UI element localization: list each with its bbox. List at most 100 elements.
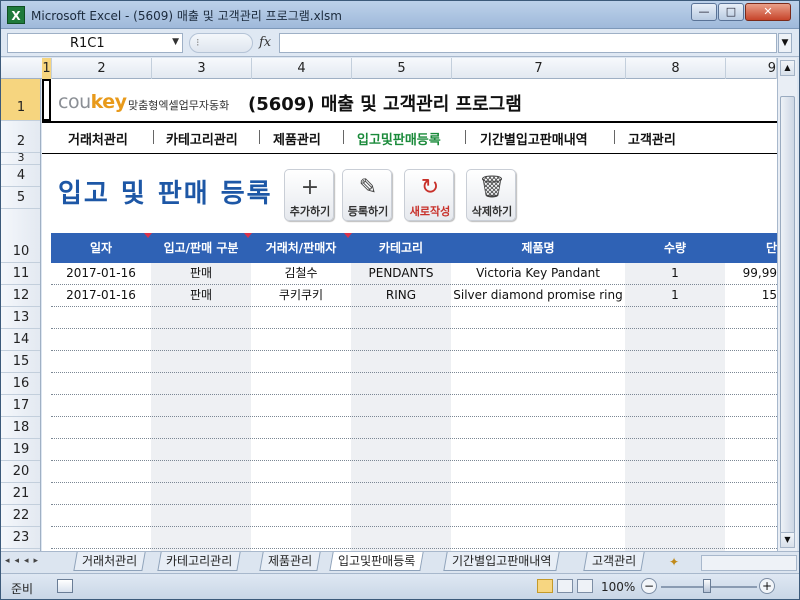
delete-button[interactable]: 🗑 삭제하기 — [466, 169, 516, 221]
register-button[interactable]: ✎ 등록하기 — [342, 169, 392, 221]
row-header[interactable]: 17 — [1, 395, 40, 417]
table-row[interactable] — [51, 527, 777, 549]
chevron-down-icon[interactable]: ▼ — [172, 37, 179, 47]
sheet-tab-customers[interactable]: 고객관리 — [583, 552, 645, 571]
row-header[interactable]: 16 — [1, 373, 40, 395]
tab-navigation-icon[interactable]: ◂◂◂▸ — [5, 556, 71, 570]
excel-icon[interactable]: X — [7, 6, 25, 24]
cell-partner[interactable]: 쿠키쿠키 — [251, 285, 351, 307]
formula-cancel-icon[interactable]: ⁝ — [189, 33, 253, 53]
cell-partner[interactable]: 김철수 — [251, 263, 351, 285]
menu-item-period-history[interactable]: 기간별입고판매내역 — [480, 129, 588, 148]
scroll-thumb[interactable] — [780, 96, 795, 536]
cell-category[interactable]: PENDANTS — [351, 263, 451, 285]
sheet-tab-period-history[interactable]: 기간별입고판매내역 — [443, 552, 561, 571]
macro-record-icon[interactable] — [57, 579, 73, 593]
row-header[interactable]: 13 — [1, 307, 40, 329]
row-header[interactable]: 4 — [1, 165, 40, 187]
menu-item-products[interactable]: 제품관리 — [273, 129, 321, 148]
table-row[interactable] — [51, 395, 777, 417]
row-header[interactable]: 18 — [1, 417, 40, 439]
cell-date[interactable]: 2017-01-16 — [51, 285, 151, 307]
page-layout-view-button[interactable] — [557, 579, 573, 593]
table-row[interactable] — [51, 505, 777, 527]
column-partner[interactable]: 거래처/판매자 — [251, 233, 351, 263]
table-row[interactable] — [51, 307, 777, 329]
table-row[interactable]: 2017-01-16 판매 김철수 PENDANTS Victoria Key … — [51, 263, 777, 285]
cell-product[interactable]: Silver diamond promise ring — [451, 285, 625, 307]
menu-item-customers[interactable]: 고객관리 — [628, 129, 676, 148]
formula-input[interactable] — [279, 33, 777, 53]
table-row[interactable] — [51, 329, 777, 351]
active-cell[interactable] — [42, 79, 51, 121]
cell-price[interactable]: 99,99 — [725, 263, 777, 285]
menu-item-stock-sales[interactable]: 입고및판매등록 — [357, 129, 441, 148]
row-header[interactable]: 19 — [1, 439, 40, 461]
table-row[interactable] — [51, 417, 777, 439]
column-header[interactable]: 8 — [626, 58, 726, 79]
cell-category[interactable]: RING — [351, 285, 451, 307]
row-header[interactable]: 11 — [1, 263, 40, 285]
row-header[interactable]: 3 — [1, 152, 40, 165]
zoom-out-button[interactable]: − — [641, 578, 657, 594]
cell-type[interactable]: 판매 — [151, 263, 251, 285]
row-header[interactable]: 23 — [1, 527, 40, 549]
table-row[interactable] — [51, 373, 777, 395]
row-header[interactable]: 12 — [1, 285, 40, 307]
zoom-level[interactable]: 100% — [601, 580, 635, 594]
row-header[interactable]: 22 — [1, 505, 40, 527]
table-row[interactable] — [51, 351, 777, 373]
row-header[interactable]: 5 — [1, 187, 40, 209]
sheet-tab-category[interactable]: 카테고리관리 — [157, 552, 241, 571]
horizontal-scrollbar[interactable] — [701, 555, 797, 571]
cell-type[interactable]: 판매 — [151, 285, 251, 307]
column-header[interactable]: 2 — [52, 58, 152, 79]
column-type[interactable]: 입고/판매 구분 — [151, 233, 251, 263]
sheet-tab-stock-sales[interactable]: 입고및판매등록 — [329, 552, 424, 571]
column-header[interactable]: 3 — [152, 58, 252, 79]
table-row[interactable] — [51, 461, 777, 483]
zoom-in-button[interactable]: + — [759, 578, 775, 594]
cell-price[interactable]: 15 — [725, 285, 777, 307]
column-header[interactable]: 7 — [452, 58, 626, 79]
menu-item-category[interactable]: 카테고리관리 — [166, 129, 238, 148]
page-break-view-button[interactable] — [577, 579, 593, 593]
column-header[interactable]: 1 — [42, 58, 52, 79]
row-header[interactable]: 20 — [1, 461, 40, 483]
scroll-up-icon[interactable]: ▲ — [780, 60, 795, 76]
cell-quantity[interactable]: 1 — [625, 263, 725, 285]
column-quantity[interactable]: 수량 — [625, 233, 725, 263]
maximize-button[interactable]: □ — [718, 3, 744, 21]
column-date[interactable]: 일자 — [51, 233, 151, 263]
sheet-tab-clients[interactable]: 거래처관리 — [73, 552, 146, 571]
new-button[interactable]: ↻ 새로작성 — [404, 169, 454, 221]
zoom-slider-thumb[interactable] — [703, 579, 711, 593]
row-header[interactable]: 10 — [1, 209, 40, 263]
row-header[interactable]: 14 — [1, 329, 40, 351]
row-header[interactable]: 21 — [1, 483, 40, 505]
close-button[interactable]: ✕ — [745, 3, 791, 21]
table-row[interactable] — [51, 439, 777, 461]
column-header[interactable]: 9 — [726, 58, 777, 79]
insert-sheet-icon[interactable]: ✦ — [669, 555, 679, 569]
minimize-button[interactable]: — — [691, 3, 717, 21]
column-price[interactable]: 단 — [725, 233, 777, 263]
name-box[interactable]: R1C1 ▼ — [7, 33, 183, 53]
row-header[interactable]: 15 — [1, 351, 40, 373]
sheet-tab-products[interactable]: 제품관리 — [259, 552, 321, 571]
menu-item-clients[interactable]: 거래처관리 — [68, 129, 128, 148]
add-button[interactable]: + 추가하기 — [284, 169, 334, 221]
table-row[interactable] — [51, 483, 777, 505]
column-header[interactable]: 4 — [252, 58, 352, 79]
function-icon[interactable]: fx — [259, 35, 271, 50]
column-category[interactable]: 카테고리 — [351, 233, 451, 263]
normal-view-button[interactable] — [537, 579, 553, 593]
column-product[interactable]: 제품명 — [451, 233, 625, 263]
worksheet[interactable]: coukey 맞춤형엑셀업무자동화 (5609) 매출 및 고객관리 프로그램 … — [42, 79, 777, 551]
scroll-down-icon[interactable]: ▼ — [780, 532, 795, 548]
row-header[interactable]: 1 — [1, 79, 40, 121]
cell-product[interactable]: Victoria Key Pandant — [451, 263, 625, 285]
expand-formula-icon[interactable]: ▼ — [778, 33, 792, 53]
table-row[interactable]: 2017-01-16 판매 쿠키쿠키 RING Silver diamond p… — [51, 285, 777, 307]
row-header[interactable]: 2 — [1, 121, 40, 153]
